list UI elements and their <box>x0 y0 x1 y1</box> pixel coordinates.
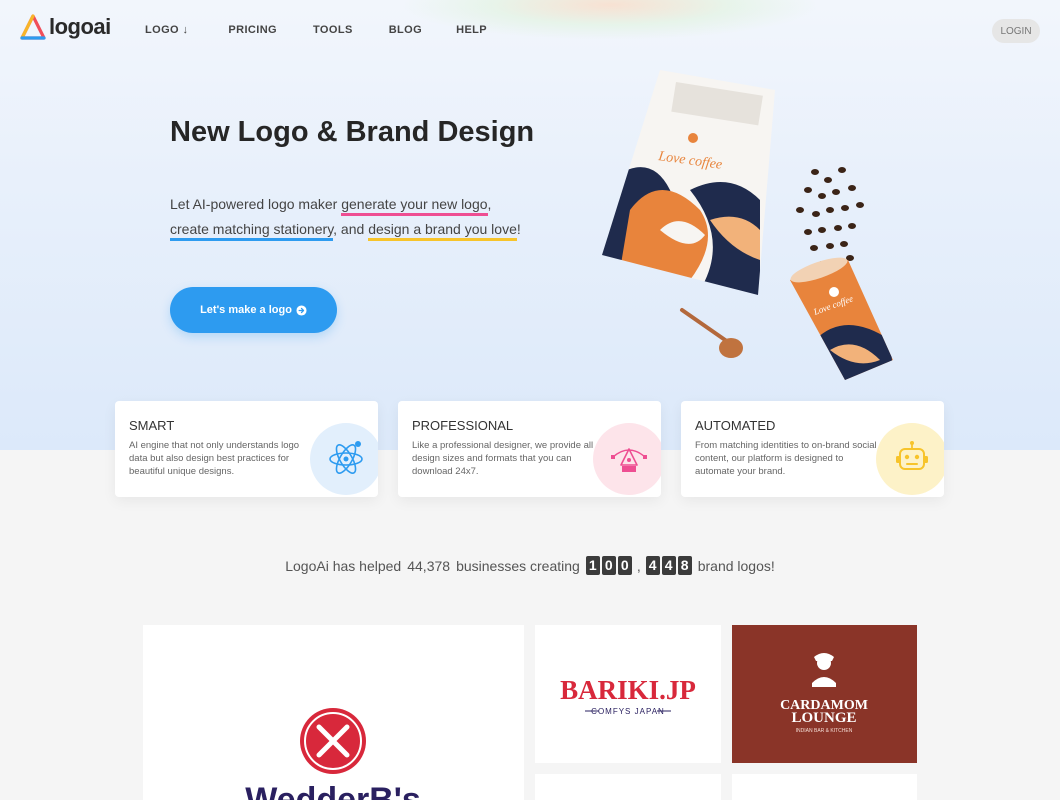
showcase-wedder-tile[interactable]: WedderB's <box>143 625 524 800</box>
desc-text-1: Let AI-powered logo maker <box>170 196 342 212</box>
atom-icon <box>329 441 363 474</box>
feature-text: From matching identities to on-brand soc… <box>695 440 877 477</box>
stats-suffix: brand logos! <box>697 557 775 574</box>
feature-cards: SMART AI engine that not only understand… <box>115 401 944 497</box>
cardamom-logo: CARDAMOM LOUNGE INDIAN BAR & KITCHEN <box>780 653 868 734</box>
feature-icon-bg <box>876 423 944 495</box>
stats-businesses-count: 44,378 <box>407 557 451 574</box>
logoai-mark-icon <box>20 14 46 40</box>
counter-comma: , <box>636 557 641 574</box>
counter-digit: 0 <box>601 556 616 575</box>
feature-text: AI engine that not only understands logo… <box>129 440 300 477</box>
bariki-logo: BARIKI.JP COMFYS JAPAN <box>560 675 696 716</box>
hero-title: New Logo & Brand Design <box>170 116 535 148</box>
feature-card-professional: PROFESSIONAL Like a professional designe… <box>398 401 661 497</box>
coffee-spoon-image <box>680 308 743 358</box>
main-nav: LOGO ↓ PRICING TOOLS BLOG HELP <box>145 24 487 36</box>
counter-digit: 4 <box>661 556 676 575</box>
logo-counter: 1 0 0 , 4 4 8 <box>585 556 692 575</box>
stats-middle: businesses creating <box>456 557 580 574</box>
nav-tools[interactable]: TOOLS <box>313 24 353 36</box>
showcase-bariki-tile[interactable]: BARIKI.JP COMFYS JAPAN <box>535 625 721 763</box>
coffee-beans-image <box>796 167 864 267</box>
desc-text-4: ! <box>516 221 521 237</box>
coffee-cup-image: Love coffee <box>790 257 893 380</box>
cardamom-subtitle: INDIAN BAR & KITCHEN <box>796 728 853 734</box>
desc-highlight-generate: generate your new logo <box>341 196 488 216</box>
coffee-bag-image: Love coffee <box>602 70 775 295</box>
feature-icon-bg <box>310 423 378 495</box>
feature-card-automated: AUTOMATED From matching identities to on… <box>681 401 944 497</box>
showcase-tile[interactable] <box>535 774 721 800</box>
feature-text: Like a professional designer, we provide… <box>412 440 594 477</box>
showcase-cardamom-tile[interactable]: CARDAMOM LOUNGE INDIAN BAR & KITCHEN <box>732 625 917 763</box>
stats-prefix: LogoAi has helped <box>285 557 402 574</box>
wedder-text: WedderB's <box>245 781 421 800</box>
make-logo-button[interactable]: Let's make a logo <box>170 287 337 333</box>
nav-blog[interactable]: BLOG <box>389 24 422 36</box>
pen-tool-icon <box>611 448 647 472</box>
nav-pricing[interactable]: PRICING <box>228 24 277 36</box>
cardamom-line-2: LOUNGE <box>791 710 856 726</box>
feature-icon-bg <box>593 423 661 495</box>
chef-figure-icon <box>812 653 836 687</box>
desc-highlight-stationery: create matching stationery <box>170 221 334 241</box>
desc-text-2: , <box>487 196 492 212</box>
counter-digit: 4 <box>645 556 660 575</box>
showcase-tile[interactable] <box>732 774 917 800</box>
counter-digit: 8 <box>677 556 692 575</box>
desc-text-3: , and <box>333 221 369 237</box>
brand-name: logoai <box>49 14 111 39</box>
stats-line: LogoAi has helped 44,378 businesses crea… <box>0 556 1060 575</box>
coffee-product-illustration: Love coffee Love coffee <box>602 70 893 380</box>
feature-card-smart: SMART AI engine that not only understand… <box>115 401 378 497</box>
nav-help[interactable]: HELP <box>456 24 487 36</box>
bariki-main-text: BARIKI.JP <box>560 675 696 705</box>
robot-icon <box>896 441 928 470</box>
counter-digit: 1 <box>585 556 600 575</box>
bariki-sub-text: COMFYS JAPAN <box>591 707 665 716</box>
login-button[interactable]: LOGIN <box>992 19 1040 43</box>
desc-highlight-brand: design a brand you love <box>368 221 517 241</box>
hero-description: Let AI-powered logo maker generate your … <box>170 192 590 242</box>
arrow-circle-right-icon <box>296 304 307 316</box>
site-header: logoai LOGO ↓ PRICING TOOLS BLOG HELP LO… <box>0 0 1060 62</box>
brand-logo[interactable]: logoai <box>20 14 111 40</box>
nav-logo[interactable]: LOGO ↓ <box>145 24 188 36</box>
make-logo-label: Let's make a logo <box>200 304 292 316</box>
counter-digit: 0 <box>617 556 632 575</box>
wedder-logo: WedderB's <box>245 708 421 800</box>
